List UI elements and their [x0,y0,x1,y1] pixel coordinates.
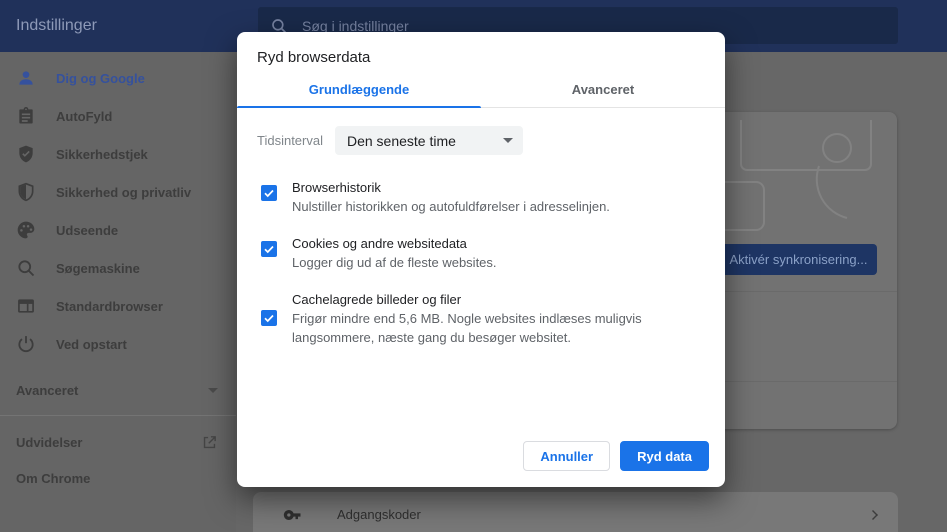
option-description: Frigør mindre end 5,6 MB. Nogle websites… [292,309,677,347]
browser-icon [16,296,36,316]
sidebar-item-safety-check[interactable]: Sikkerhedstjek [0,135,236,173]
cookies-checkbox[interactable] [261,241,277,257]
option-label: Cachelagrede billeder og filer [292,290,677,307]
shield-icon [16,182,36,202]
dialog-tabs: Grundlæggende Avanceret [237,76,725,108]
sidebar-item-search-engine[interactable]: Søgemaskine [0,249,236,287]
sidebar-item-on-startup[interactable]: Ved opstart [0,325,236,363]
clear-data-button[interactable]: Ryd data [620,441,709,471]
autofill-icon [16,106,36,126]
sidebar-item-label: Søgemaskine [56,261,140,276]
sidebar-item-label: AutoFyld [56,109,112,124]
sidebar-advanced-label: Avanceret [16,383,78,398]
chevron-down-icon [208,388,218,393]
option-label: Cookies og andre websitedata [292,234,497,251]
external-link-icon [201,434,218,451]
dialog-actions: Annuller Ryd data [523,441,709,471]
sidebar-item-label: Sikkerhedstjek [56,147,148,162]
option-cookies: Cookies og andre websitedata Logger dig … [257,234,705,272]
person-icon [16,68,36,88]
shield-check-icon [16,144,36,164]
search-icon [16,258,36,278]
sidebar-extensions-label: Udvidelser [16,435,82,450]
check-icon [263,187,275,199]
time-range-value: Den seneste time [347,133,456,149]
time-range-select[interactable]: Den seneste time [335,126,523,155]
key-icon [283,505,303,525]
palette-icon [16,220,36,240]
dialog-title: Ryd browserdata [237,32,725,76]
option-cached-files: Cachelagrede billeder og filer Frigør mi… [257,290,705,347]
sidebar-divider [0,415,236,416]
chevron-down-icon [503,138,513,143]
sidebar-item-extensions[interactable]: Udvidelser [0,424,236,460]
page-title: Indstillinger [16,0,97,52]
sidebar-item-label: Standardbrowser [56,299,163,314]
check-icon [263,312,275,324]
sidebar-item-appearance[interactable]: Udseende [0,211,236,249]
autofill-card: Adgangskoder [253,492,898,532]
cancel-button[interactable]: Annuller [523,441,610,471]
settings-sidebar: Dig og Google AutoFyld Sikkerhedstjek Si… [0,52,236,532]
time-range-row: Tidsinterval Den seneste time [257,126,705,155]
sidebar-item-label: Dig og Google [56,71,145,86]
sidebar-item-label: Ved opstart [56,337,127,352]
power-icon [16,334,36,354]
sidebar-item-about-chrome[interactable]: Om Chrome [0,460,236,496]
clear-browsing-data-dialog: Ryd browserdata Grundlæggende Avanceret … [237,32,725,487]
cached-files-checkbox[interactable] [261,310,277,326]
sidebar-item-label: Udseende [56,223,118,238]
option-description: Logger dig ud af de fleste websites. [292,253,497,272]
sidebar-advanced-toggle[interactable]: Avanceret [0,371,236,409]
option-description: Nulstiller historikken og autofuldførels… [292,197,610,216]
options-list: Browserhistorik Nulstiller historikken o… [257,178,705,347]
passwords-label: Adgangskoder [337,507,868,522]
option-browsing-history: Browserhistorik Nulstiller historikken o… [257,178,705,216]
sidebar-item-default-browser[interactable]: Standardbrowser [0,287,236,325]
time-range-label: Tidsinterval [257,133,323,148]
tab-advanced[interactable]: Avanceret [481,76,725,107]
passwords-row[interactable]: Adgangskoder [253,492,898,532]
enable-sync-button[interactable]: Aktivér synkronisering... [720,244,877,275]
chrome-settings-screen: Indstillinger Søg i indstillinger Dig og… [0,0,947,532]
chevron-right-icon [868,510,878,520]
browsing-history-checkbox[interactable] [261,185,277,201]
sidebar-item-you-and-google[interactable]: Dig og Google [0,59,236,97]
check-icon [263,243,275,255]
sidebar-item-security-privacy[interactable]: Sikkerhed og privatliv [0,173,236,211]
dialog-body: Tidsinterval Den seneste time Browserhis… [237,108,725,347]
sidebar-item-autofill[interactable]: AutoFyld [0,97,236,135]
sidebar-item-label: Sikkerhed og privatliv [56,185,191,200]
sidebar-about-label: Om Chrome [16,471,90,486]
option-label: Browserhistorik [292,178,610,195]
tab-basic[interactable]: Grundlæggende [237,76,481,107]
